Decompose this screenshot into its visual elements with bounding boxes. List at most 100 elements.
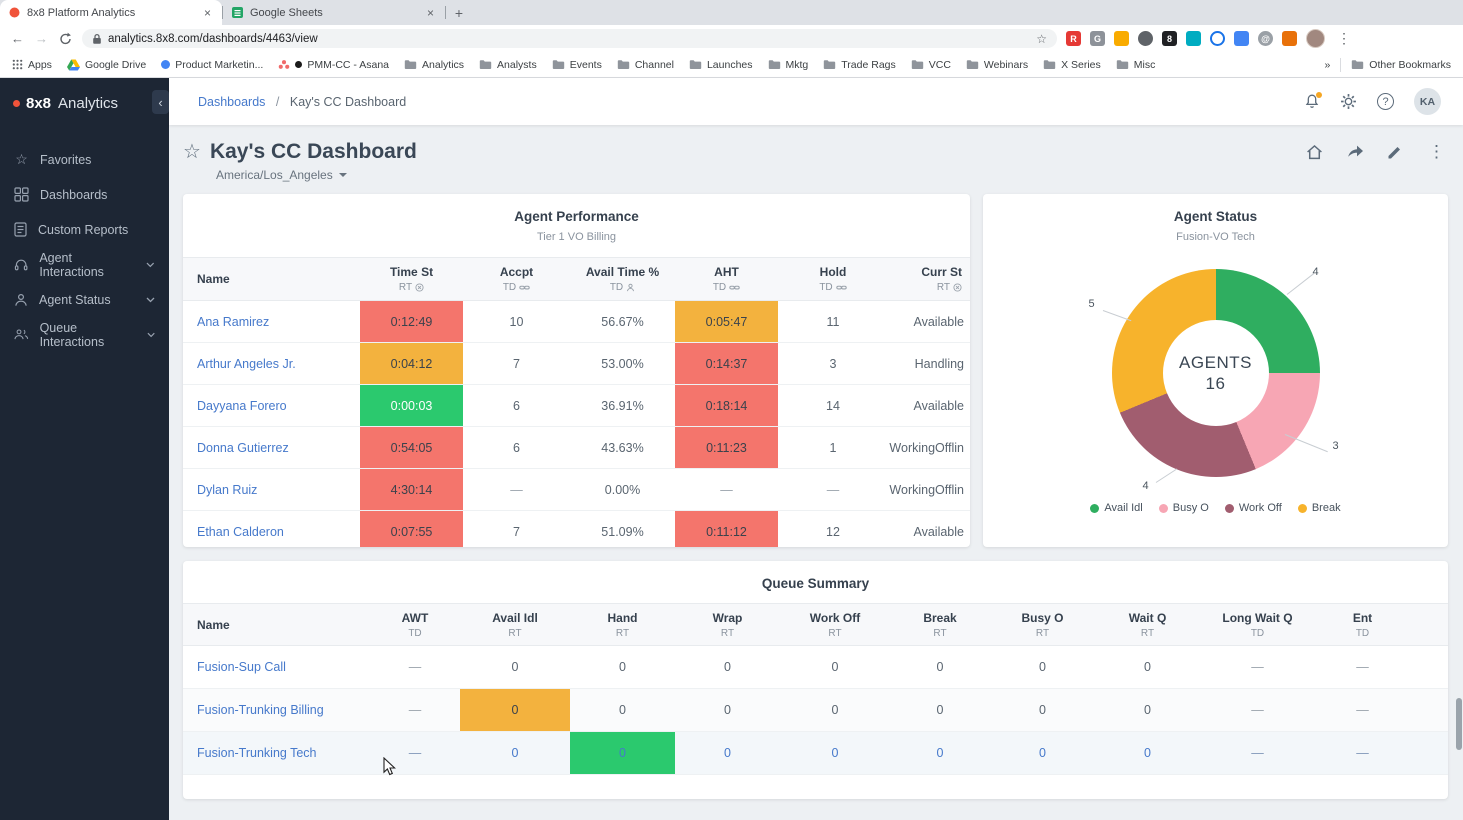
legend-item-break[interactable]: Break xyxy=(1297,502,1341,514)
more-options-icon[interactable]: ⋮ xyxy=(1425,142,1448,162)
agent-name-link[interactable]: Dylan Ruiz xyxy=(183,469,360,510)
sidebar-item-agent-interactions[interactable]: Agent Interactions xyxy=(0,247,169,282)
column-header-awt[interactable]: AWT TD xyxy=(370,604,460,645)
column-header-avail-time[interactable]: Avail Time % TD xyxy=(570,258,675,300)
back-icon[interactable]: ← xyxy=(10,31,25,46)
agent-name-link[interactable]: Arthur Angeles Jr. xyxy=(183,343,360,384)
bookmark-folder-vcc[interactable]: VCC xyxy=(911,59,951,71)
share-icon[interactable] xyxy=(1346,144,1364,160)
home-icon[interactable] xyxy=(1306,144,1323,160)
scrollbar-thumb[interactable] xyxy=(1456,698,1462,750)
gear-icon[interactable] xyxy=(1340,93,1357,110)
table-row[interactable]: Donna Gutierrez 0:54:05 6 43.63% 0:11:23… xyxy=(183,427,970,469)
address-bar[interactable]: analytics.8x8.com/dashboards/4463/view ☆ xyxy=(82,29,1057,48)
bookmark-folder-launches[interactable]: Launches xyxy=(689,59,753,71)
notifications-button[interactable] xyxy=(1304,92,1322,110)
mouse-cursor xyxy=(383,757,396,776)
sidebar-item-queue-interactions[interactable]: Queue Interactions xyxy=(0,317,169,352)
browser-profile-avatar[interactable] xyxy=(1306,29,1325,48)
extension-icon[interactable] xyxy=(1210,31,1225,46)
close-icon[interactable]: × xyxy=(202,6,213,20)
bookmarks-overflow-icon[interactable]: » xyxy=(1324,59,1330,71)
column-header-accpt[interactable]: Accpt TD xyxy=(463,258,570,300)
table-row[interactable]: Fusion-Trunking Tech — 0 0 0 0 0 0 0 — — xyxy=(183,732,1448,775)
column-header-work-off[interactable]: Work Off RT xyxy=(780,604,890,645)
table-row[interactable]: Fusion-Trunking Billing — 0 0 0 0 0 0 0 … xyxy=(183,689,1448,732)
table-row[interactable]: Ethan Calderon 0:07:55 7 51.09% 0:11:12 … xyxy=(183,511,970,547)
bookmark-folder-analysts[interactable]: Analysts xyxy=(479,59,537,71)
sidebar-item-dashboards[interactable]: Dashboards xyxy=(0,177,169,212)
column-header-time-st[interactable]: Time St RT xyxy=(360,258,463,300)
column-header-avail-idl[interactable]: Avail Idl RT xyxy=(460,604,570,645)
breadcrumb-dashboards-link[interactable]: Dashboards xyxy=(198,95,265,109)
sidebar-item-favorites[interactable]: ☆ Favorites xyxy=(0,142,169,177)
bookmark-apps[interactable]: Apps xyxy=(12,59,52,71)
extension-icon[interactable] xyxy=(1186,31,1201,46)
timezone-selector[interactable]: America/Los_Angeles xyxy=(216,168,1448,182)
edit-pencil-icon[interactable] xyxy=(1387,145,1402,160)
agent-name-link[interactable]: Ethan Calderon xyxy=(183,511,360,547)
extension-icon[interactable]: 8 xyxy=(1162,31,1177,46)
column-header-busy-o[interactable]: Busy O RT xyxy=(990,604,1095,645)
legend-item-busy-o[interactable]: Busy O xyxy=(1158,502,1209,514)
bookmark-google-drive[interactable]: Google Drive xyxy=(66,59,146,71)
column-header-long-wait-q[interactable]: Long Wait Q TD xyxy=(1200,604,1315,645)
bookmark-folder-channel[interactable]: Channel xyxy=(617,59,674,71)
column-header-ent[interactable]: Ent TD xyxy=(1315,604,1410,645)
bookmark-star-icon[interactable]: ☆ xyxy=(1036,32,1047,46)
extension-icon[interactable] xyxy=(1282,31,1297,46)
queue-name-link[interactable]: Fusion-Trunking Billing xyxy=(183,689,370,731)
legend-item-work-off[interactable]: Work Off xyxy=(1224,502,1282,514)
queue-name-link[interactable]: Fusion-Sup Call xyxy=(183,646,370,688)
table-row[interactable]: Dayyana Forero 0:00:03 6 36.91% 0:18:14 … xyxy=(183,385,970,427)
sidebar-collapse-button[interactable]: ‹ xyxy=(152,90,169,114)
bookmark-product-marketing[interactable]: Product Marketin... xyxy=(161,59,263,71)
bookmark-folder-events[interactable]: Events xyxy=(552,59,602,71)
agent-name-link[interactable]: Donna Gutierrez xyxy=(183,427,360,468)
agent-name-link[interactable]: Ana Ramirez xyxy=(183,301,360,342)
table-row[interactable]: Fusion-Sup Call — 0 0 0 0 0 0 0 — — xyxy=(183,646,1448,689)
bookmark-folder-x-series[interactable]: X Series xyxy=(1043,59,1101,71)
other-bookmarks[interactable]: Other Bookmarks xyxy=(1351,59,1451,71)
extension-icon[interactable] xyxy=(1234,31,1249,46)
refresh-icon[interactable] xyxy=(58,32,73,46)
table-row[interactable]: Ana Ramirez 0:12:49 10 56.67% 0:05:47 11… xyxy=(183,301,970,343)
user-avatar[interactable]: KA xyxy=(1414,88,1441,115)
column-header-aht[interactable]: AHT TD xyxy=(675,258,778,300)
sidebar-item-agent-status[interactable]: Agent Status xyxy=(0,282,169,317)
forward-icon[interactable]: → xyxy=(34,31,49,46)
bookmark-folder-webinars[interactable]: Webinars xyxy=(966,59,1028,71)
bookmark-folder-trade-rags[interactable]: Trade Rags xyxy=(823,59,896,71)
column-header-name[interactable]: Name xyxy=(183,258,360,300)
help-button[interactable]: ? xyxy=(1377,93,1394,110)
bookmark-folder-misc[interactable]: Misc xyxy=(1116,59,1155,71)
close-icon[interactable]: × xyxy=(425,6,436,20)
table-row[interactable]: Arthur Angeles Jr. 0:04:12 7 53.00% 0:14… xyxy=(183,343,970,385)
extension-icon[interactable] xyxy=(1138,31,1153,46)
extension-icon[interactable]: R xyxy=(1066,31,1081,46)
queue-name-link[interactable]: Fusion-Trunking Tech xyxy=(183,732,370,774)
sidebar-item-custom-reports[interactable]: Custom Reports xyxy=(0,212,169,247)
column-header-hold[interactable]: Hold TD xyxy=(778,258,888,300)
column-header-hand[interactable]: Hand RT xyxy=(570,604,675,645)
column-header-name[interactable]: Name xyxy=(183,604,370,645)
agent-name-link[interactable]: Dayyana Forero xyxy=(183,385,360,426)
extension-icon[interactable]: @ xyxy=(1258,31,1273,46)
new-tab-button[interactable]: + xyxy=(446,5,472,21)
browser-menu-icon[interactable]: ⋮ xyxy=(1334,30,1354,47)
column-header-curr-st[interactable]: Curr St RT xyxy=(888,258,970,300)
extension-icon[interactable] xyxy=(1114,31,1129,46)
favorite-star-icon[interactable]: ☆ xyxy=(183,142,201,162)
bookmark-folder-analytics[interactable]: Analytics xyxy=(404,59,464,71)
page-title: Kay's CC Dashboard xyxy=(209,140,417,163)
tab-8x8-analytics[interactable]: 8x8 Platform Analytics × xyxy=(0,0,222,25)
bookmark-asana[interactable]: PMM-CC - Asana xyxy=(278,59,389,71)
extension-icon[interactable]: G xyxy=(1090,31,1105,46)
column-header-wrap[interactable]: Wrap RT xyxy=(675,604,780,645)
bookmark-folder-mktg[interactable]: Mktg xyxy=(768,59,808,71)
column-header-wait-q[interactable]: Wait Q RT xyxy=(1095,604,1200,645)
column-header-break[interactable]: Break RT xyxy=(890,604,990,645)
legend-item-avail-idl[interactable]: Avail Idl xyxy=(1090,502,1143,514)
tab-google-sheets[interactable]: Google Sheets × xyxy=(223,0,445,25)
table-row[interactable]: Dylan Ruiz 4:30:14 — 0.00% — — WorkingOf… xyxy=(183,469,970,511)
